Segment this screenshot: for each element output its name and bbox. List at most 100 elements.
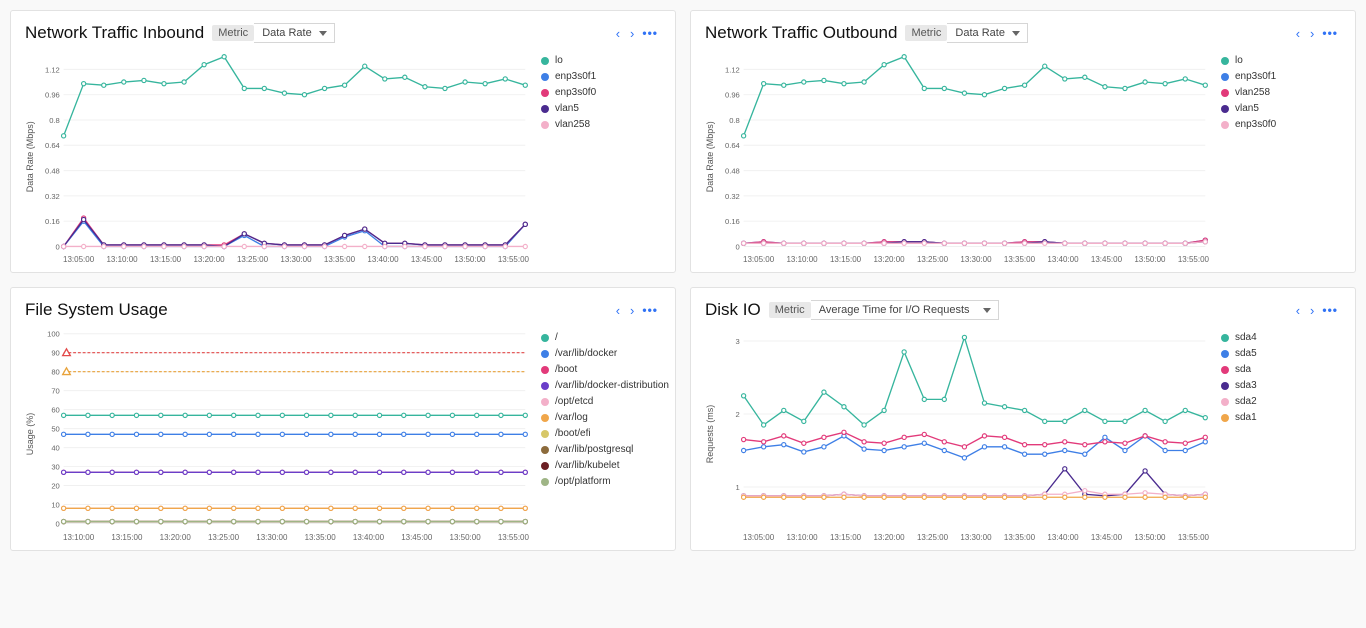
metric-value: Data Rate — [262, 27, 312, 39]
legend-item[interactable]: /var/lib/kubelet — [541, 460, 661, 471]
x-tick: 13:25:00 — [237, 255, 268, 264]
legend-item[interactable]: /opt/etcd — [541, 396, 661, 407]
metric-label: Metric — [769, 302, 811, 318]
x-axis: 13:05:0013:10:0013:15:0013:20:0013:25:00… — [715, 252, 1211, 264]
legend-item[interactable]: / — [541, 332, 661, 343]
x-tick: 13:20:00 — [160, 533, 191, 542]
svg-text:0.64: 0.64 — [45, 141, 61, 150]
metric-select[interactable]: Data Rate — [947, 23, 1028, 43]
svg-text:0: 0 — [56, 520, 60, 529]
legend-item[interactable]: sda5 — [1221, 348, 1341, 359]
x-tick: 13:15:00 — [111, 533, 142, 542]
legend-item[interactable]: vlan5 — [1221, 103, 1341, 114]
x-tick: 13:35:00 — [324, 255, 355, 264]
legend-item[interactable]: sda2 — [1221, 396, 1341, 407]
legend-label: enp3s0f1 — [1235, 71, 1276, 82]
x-tick: 13:50:00 — [1134, 533, 1165, 542]
legend-item[interactable]: sda1 — [1221, 412, 1341, 423]
metric-label: Metric — [905, 25, 947, 41]
svg-text:0.96: 0.96 — [45, 91, 60, 100]
legend-item[interactable]: lo — [541, 55, 661, 66]
legend-item[interactable]: vlan5 — [541, 103, 661, 114]
legend-label: vlan5 — [1235, 103, 1259, 114]
svg-text:90: 90 — [51, 349, 59, 358]
svg-text:0.48: 0.48 — [725, 166, 740, 175]
x-tick: 13:10:00 — [63, 533, 94, 542]
x-tick: 13:45:00 — [411, 255, 442, 264]
x-tick: 13:15:00 — [830, 255, 861, 264]
x-tick: 13:20:00 — [873, 533, 904, 542]
y-axis-label: Data Rate (Mbps) — [25, 49, 35, 264]
x-tick: 13:55:00 — [498, 533, 529, 542]
legend-item[interactable]: /var/lib/postgresql — [541, 444, 661, 455]
svg-text:1.12: 1.12 — [45, 65, 60, 74]
svg-text:0: 0 — [56, 242, 60, 251]
next-button[interactable]: › — [625, 25, 639, 42]
legend-item[interactable]: vlan258 — [541, 119, 661, 130]
legend-item[interactable]: sda4 — [1221, 332, 1341, 343]
legend-item[interactable]: enp3s0f0 — [541, 87, 661, 98]
x-tick: 13:05:00 — [63, 255, 94, 264]
svg-text:0.8: 0.8 — [729, 116, 740, 125]
next-button[interactable]: › — [1305, 25, 1319, 42]
legend-item[interactable]: /var/log — [541, 412, 661, 423]
legend: / /var/lib/docker /boot /var/lib/docker-… — [531, 326, 661, 541]
x-tick: 13:50:00 — [1134, 255, 1165, 264]
legend-item[interactable]: sda — [1221, 364, 1341, 375]
legend-item[interactable]: enp3s0f1 — [1221, 71, 1341, 82]
legend-dot-icon — [541, 73, 549, 81]
legend-label: enp3s0f0 — [1235, 119, 1276, 130]
x-tick: 13:50:00 — [450, 533, 481, 542]
chart-plot: 123 — [715, 326, 1211, 529]
legend-item[interactable]: enp3s0f0 — [1221, 119, 1341, 130]
next-button[interactable]: › — [1305, 302, 1319, 319]
prev-button[interactable]: ‹ — [611, 302, 625, 319]
x-axis: 13:05:0013:10:0013:15:0013:20:0013:25:00… — [35, 252, 531, 264]
legend-label: lo — [555, 55, 563, 66]
more-menu-icon[interactable]: ••• — [1319, 26, 1341, 40]
legend-item[interactable]: lo — [1221, 55, 1341, 66]
legend-item[interactable]: vlan258 — [1221, 87, 1341, 98]
svg-text:30: 30 — [51, 463, 59, 472]
chart-plot: 00.160.320.480.640.80.961.12 — [35, 49, 531, 252]
legend-dot-icon — [541, 382, 549, 390]
legend-item[interactable]: /var/lib/docker — [541, 348, 661, 359]
more-menu-icon[interactable]: ••• — [639, 303, 661, 317]
metric-select[interactable]: Data Rate — [254, 23, 335, 43]
legend-label: /var/lib/kubelet — [555, 460, 619, 471]
metric-value: Average Time for I/O Requests — [819, 304, 970, 316]
legend-dot-icon — [1221, 89, 1229, 97]
x-tick: 13:35:00 — [305, 533, 336, 542]
svg-text:0.8: 0.8 — [49, 116, 60, 125]
more-menu-icon[interactable]: ••• — [1319, 303, 1341, 317]
legend-item[interactable]: sda3 — [1221, 380, 1341, 391]
legend-label: sda2 — [1235, 396, 1257, 407]
prev-button[interactable]: ‹ — [1291, 25, 1305, 42]
y-axis-label: Requests (ms) — [705, 326, 715, 541]
x-tick: 13:35:00 — [1004, 255, 1035, 264]
metric-select[interactable]: Average Time for I/O Requests — [811, 300, 999, 320]
prev-button[interactable]: ‹ — [1291, 302, 1305, 319]
legend-label: sda3 — [1235, 380, 1257, 391]
svg-text:10: 10 — [51, 501, 59, 510]
legend-label: /var/lib/docker-distribution — [555, 380, 669, 391]
x-tick: 13:50:00 — [454, 255, 485, 264]
x-tick: 13:20:00 — [873, 255, 904, 264]
legend-dot-icon — [541, 105, 549, 113]
legend-item[interactable]: /opt/platform — [541, 476, 661, 487]
legend-dot-icon — [541, 462, 549, 470]
legend-item[interactable]: enp3s0f1 — [541, 71, 661, 82]
legend-dot-icon — [1221, 334, 1229, 342]
x-tick: 13:45:00 — [401, 533, 432, 542]
prev-button[interactable]: ‹ — [611, 25, 625, 42]
svg-text:60: 60 — [51, 406, 59, 415]
legend-dot-icon — [1221, 121, 1229, 129]
next-button[interactable]: › — [625, 302, 639, 319]
more-menu-icon[interactable]: ••• — [639, 26, 661, 40]
legend-dot-icon — [1221, 414, 1229, 422]
legend-item[interactable]: /boot — [541, 364, 661, 375]
svg-text:0.16: 0.16 — [725, 217, 740, 226]
x-tick: 13:40:00 — [353, 533, 384, 542]
legend-item[interactable]: /boot/efi — [541, 428, 661, 439]
legend-item[interactable]: /var/lib/docker-distribution — [541, 380, 661, 391]
